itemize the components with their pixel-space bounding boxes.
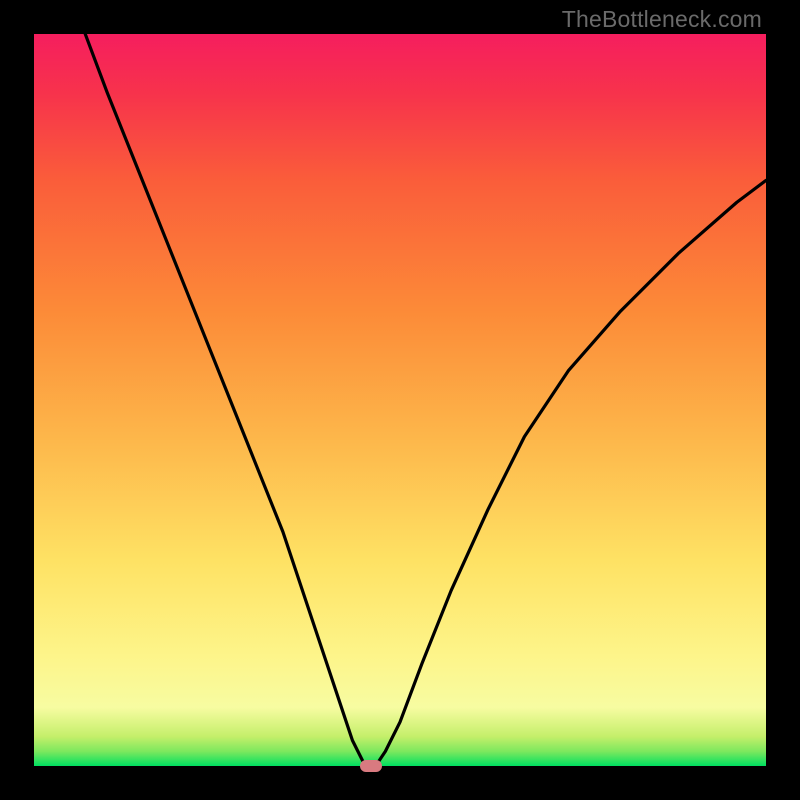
chart-frame: TheBottleneck.com — [0, 0, 800, 800]
plot-area — [34, 34, 766, 766]
watermark-text: TheBottleneck.com — [562, 6, 762, 33]
